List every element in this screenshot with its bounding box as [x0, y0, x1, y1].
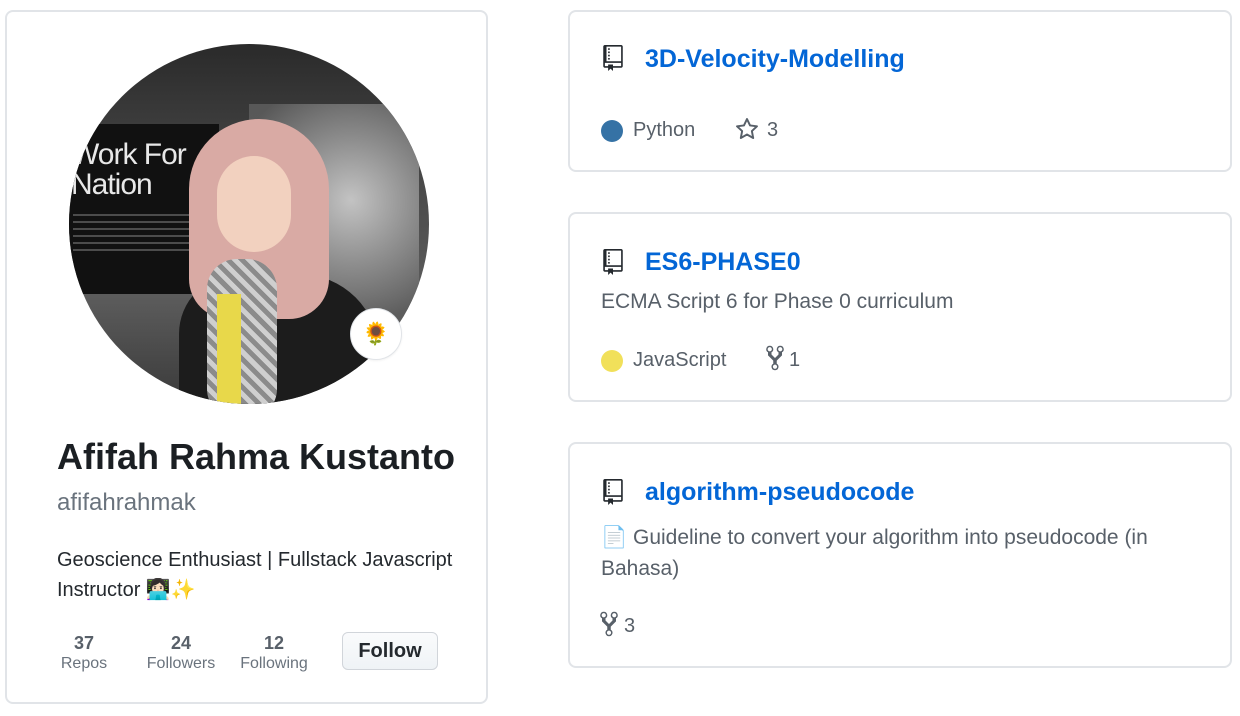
stat-followers-label: Followers — [146, 655, 216, 672]
repo-description: ECMA Script 6 for Phase 0 curriculum — [601, 290, 954, 313]
repo-language: Python — [633, 119, 696, 141]
repo-fork-count[interactable]: 3 — [624, 615, 635, 638]
stat-repos-count: 37 — [73, 633, 95, 653]
avatar-person-face — [217, 156, 291, 252]
repo-description: 📄 Guideline to convert your algorithm in… — [601, 526, 1148, 580]
repo-card: 3D-Velocity-Modelling Python 3 — [568, 10, 1232, 172]
avatar-board-text: Work For Nation — [71, 138, 187, 201]
repo-fork-count[interactable]: 1 — [789, 349, 800, 372]
repo-name-link[interactable]: ES6-PHASE0 — [645, 248, 801, 277]
language-color-dot — [601, 120, 623, 142]
stat-following-label: Following — [240, 655, 308, 672]
repo-icon — [603, 45, 623, 71]
repo-icon — [603, 249, 623, 275]
stat-followers-count: 24 — [170, 633, 192, 653]
repo-name-link[interactable]: algorithm-pseudocode — [645, 478, 914, 507]
repo-card: algorithm-pseudocode 📄 Guideline to conv… — [568, 442, 1232, 668]
avatar-person-shirt — [217, 294, 241, 404]
repo-name-link[interactable]: 3D-Velocity-Modelling — [645, 45, 905, 74]
status-badge[interactable]: 🌻 — [350, 308, 402, 360]
star-icon[interactable] — [734, 116, 760, 142]
profile-name: Afifah Rahma Kustanto — [57, 436, 456, 477]
sunflower-icon: 🌻 — [362, 321, 390, 346]
stat-following-count: 12 — [263, 633, 285, 653]
stat-repos[interactable]: 37 Repos — [52, 632, 116, 674]
profile-bio: Geoscience Enthusiast | Fullstack Javasc… — [57, 549, 453, 601]
profile-card: Work For Nation 🌻 Afifah Rahma Kustanto … — [5, 10, 488, 704]
stat-repos-label: Repos — [60, 655, 108, 672]
fork-icon[interactable] — [600, 610, 618, 638]
follow-button[interactable]: Follow — [342, 632, 438, 670]
profile-username: afifahrahmak — [57, 489, 196, 516]
repo-star-count[interactable]: 3 — [767, 119, 778, 142]
fork-icon[interactable] — [766, 344, 784, 372]
language-color-dot — [601, 350, 623, 372]
repo-language: JavaScript — [633, 349, 727, 371]
repo-card: ES6-PHASE0 ECMA Script 6 for Phase 0 cur… — [568, 212, 1232, 402]
stat-following[interactable]: 12 Following — [233, 632, 315, 674]
repo-icon — [603, 479, 623, 505]
stat-followers[interactable]: 24 Followers — [139, 632, 223, 674]
